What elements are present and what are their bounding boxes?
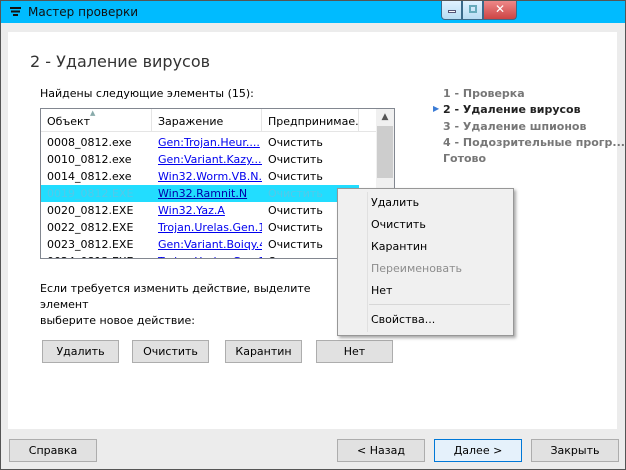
- minimize-button[interactable]: [441, 1, 462, 20]
- table-row[interactable]: 0008_0812.exe Gen:Trojan.Heur.... Очисти…: [41, 134, 359, 151]
- close-window-button[interactable]: ✕: [483, 1, 517, 20]
- scrollbar-thumb[interactable]: [377, 126, 393, 178]
- menu-item-disinfect[interactable]: Очистить: [371, 218, 426, 231]
- app-logo-icon: [10, 7, 21, 16]
- current-step-arrow-icon: ▶: [433, 104, 440, 114]
- steps-list: 1 - Проверка ▶ 2 - Удаление вирусов 3 - Уда…: [433, 87, 625, 168]
- step-label: Готово: [443, 152, 487, 166]
- object-cell: 0020_0812.EXE: [47, 204, 134, 217]
- instructions-line: Если требуется изменить действие, выдели…: [40, 282, 311, 311]
- disinfect-button[interactable]: Очистить: [132, 340, 209, 363]
- found-label: Найдены следующие элементы (15):: [40, 87, 254, 100]
- menu-item-none[interactable]: Нет: [371, 284, 392, 297]
- infection-cell: Win32.Yaz.A: [152, 202, 262, 219]
- infection-link[interactable]: Win32.Yaz.A: [158, 204, 225, 217]
- action-cell: Очистить: [268, 153, 323, 166]
- column-header-object[interactable]: ▲ Объект: [41, 109, 152, 132]
- object-cell: 0023_0812.EXE: [47, 238, 134, 251]
- table-row[interactable]: 0020_0812.EXE Win32.Yaz.A Очистить: [41, 202, 359, 219]
- column-header-action[interactable]: Предпринимае...: [262, 109, 359, 132]
- menu-gutter: [367, 192, 368, 332]
- step-item: 1 - Проверка: [443, 87, 625, 103]
- infection-link[interactable]: Trojan.Urelas.Gen.1: [158, 255, 262, 258]
- step-item: Готово: [443, 152, 625, 168]
- next-button[interactable]: Далее >: [434, 439, 522, 462]
- object-cell: 0019_0812.EXE: [47, 187, 134, 200]
- object-cell: 0010_0812.exe: [47, 153, 132, 166]
- table-row[interactable]: 0014_0812.exe Win32.Worm.VB.N... Очистит…: [41, 168, 359, 185]
- step-label: 1 - Проверка: [443, 87, 525, 100]
- infection-cell: Win32.Ramnit.N: [152, 185, 262, 202]
- infection-cell: Gen:Variant.Boiqy.4: [152, 236, 262, 253]
- step-label: 2 - Удаление вирусов: [443, 103, 581, 117]
- infection-link[interactable]: Gen:Variant.Kazy....: [158, 153, 262, 166]
- step-label: 4 - Подозрительные прогр...: [443, 135, 625, 149]
- infection-cell: Gen:Trojan.Heur....: [152, 134, 262, 151]
- help-button[interactable]: Справка: [9, 439, 97, 462]
- instructions-line: выберите новое действие:: [40, 314, 196, 327]
- wizard-window: Мастер проверки ✕ 2 - Удаление вирусов Н…: [0, 0, 626, 470]
- table-row[interactable]: 0010_0812.exe Gen:Variant.Kazy.... Очист…: [41, 151, 359, 168]
- column-header-infection[interactable]: Заражение: [152, 109, 262, 132]
- object-cell: 0014_0812.exe: [47, 170, 132, 183]
- infection-cell: Win32.Worm.VB.N...: [152, 168, 262, 185]
- infection-cell: Trojan.Urelas.Gen.1: [152, 219, 262, 236]
- object-cell: 0024_0812.EXE: [41, 253, 152, 258]
- list-header: ▲ Объект Заражение Предпринимае...: [41, 109, 377, 132]
- scroll-up-icon[interactable]: ▲: [376, 109, 394, 126]
- infection-link[interactable]: Gen:Trojan.Heur....: [158, 136, 260, 149]
- step-label: 3 - Удаление шпионов: [443, 119, 587, 133]
- menu-item-quarantine[interactable]: Карантин: [371, 240, 427, 253]
- title-bar: Мастер проверки ✕: [1, 1, 625, 23]
- infection-link[interactable]: Gen:Variant.Boiqy.4: [158, 238, 262, 251]
- step-item: ▶ 2 - Удаление вирусов: [433, 103, 625, 119]
- window-title: Мастер проверки: [28, 5, 139, 19]
- menu-item-rename: Переименовать: [371, 262, 463, 275]
- table-row[interactable]: 0024_0812.EXE Trojan.Urelas.Gen.1 Очисти…: [41, 253, 359, 258]
- menu-item-properties[interactable]: Свойства...: [371, 313, 435, 326]
- back-button[interactable]: < Назад: [337, 439, 425, 462]
- close-icon: ✕: [495, 2, 506, 16]
- object-cell: 0008_0812.exe: [47, 136, 132, 149]
- action-cell: Очистить: [268, 136, 323, 149]
- infection-cell: Gen:Variant.Kazy....: [152, 151, 262, 168]
- infection-link[interactable]: Trojan.Urelas.Gen.1: [158, 221, 262, 234]
- none-button[interactable]: Нет: [316, 340, 393, 363]
- table-row[interactable]: 0023_0812.EXE Gen:Variant.Boiqy.4 Очисти…: [41, 236, 359, 253]
- quarantine-button[interactable]: Карантин: [225, 340, 302, 363]
- context-menu: Удалить Очистить Карантин Переименовать …: [337, 188, 514, 336]
- step-item: 4 - Подозрительные прогр...: [443, 136, 625, 152]
- menu-item-delete[interactable]: Удалить: [371, 196, 419, 209]
- page-title: 2 - Удаление вирусов: [30, 52, 211, 71]
- table-row[interactable]: 0022_0812.EXE Trojan.Urelas.Gen.1 Очисти…: [41, 219, 359, 236]
- close-button[interactable]: Закрыть: [531, 439, 619, 462]
- step-item: 3 - Удаление шпионов: [443, 120, 625, 136]
- instructions: Если требуется изменить действие, выдели…: [40, 281, 340, 329]
- sort-arrow-icon: ▲: [90, 109, 96, 117]
- infection-link[interactable]: Win32.Ramnit.N: [158, 187, 247, 200]
- table-row[interactable]: 0019_0812.EXE Win32.Ramnit.N Очистить: [41, 185, 359, 202]
- infection-link[interactable]: Win32.Worm.VB.N...: [158, 170, 262, 183]
- infection-cell: Trojan.Urelas.Gen.1: [152, 253, 262, 258]
- maximize-button[interactable]: [462, 1, 483, 20]
- menu-separator: [369, 304, 510, 305]
- delete-button[interactable]: Удалить: [42, 340, 119, 363]
- action-cell: Очистить: [268, 170, 323, 183]
- object-cell: 0022_0812.EXE: [47, 221, 134, 234]
